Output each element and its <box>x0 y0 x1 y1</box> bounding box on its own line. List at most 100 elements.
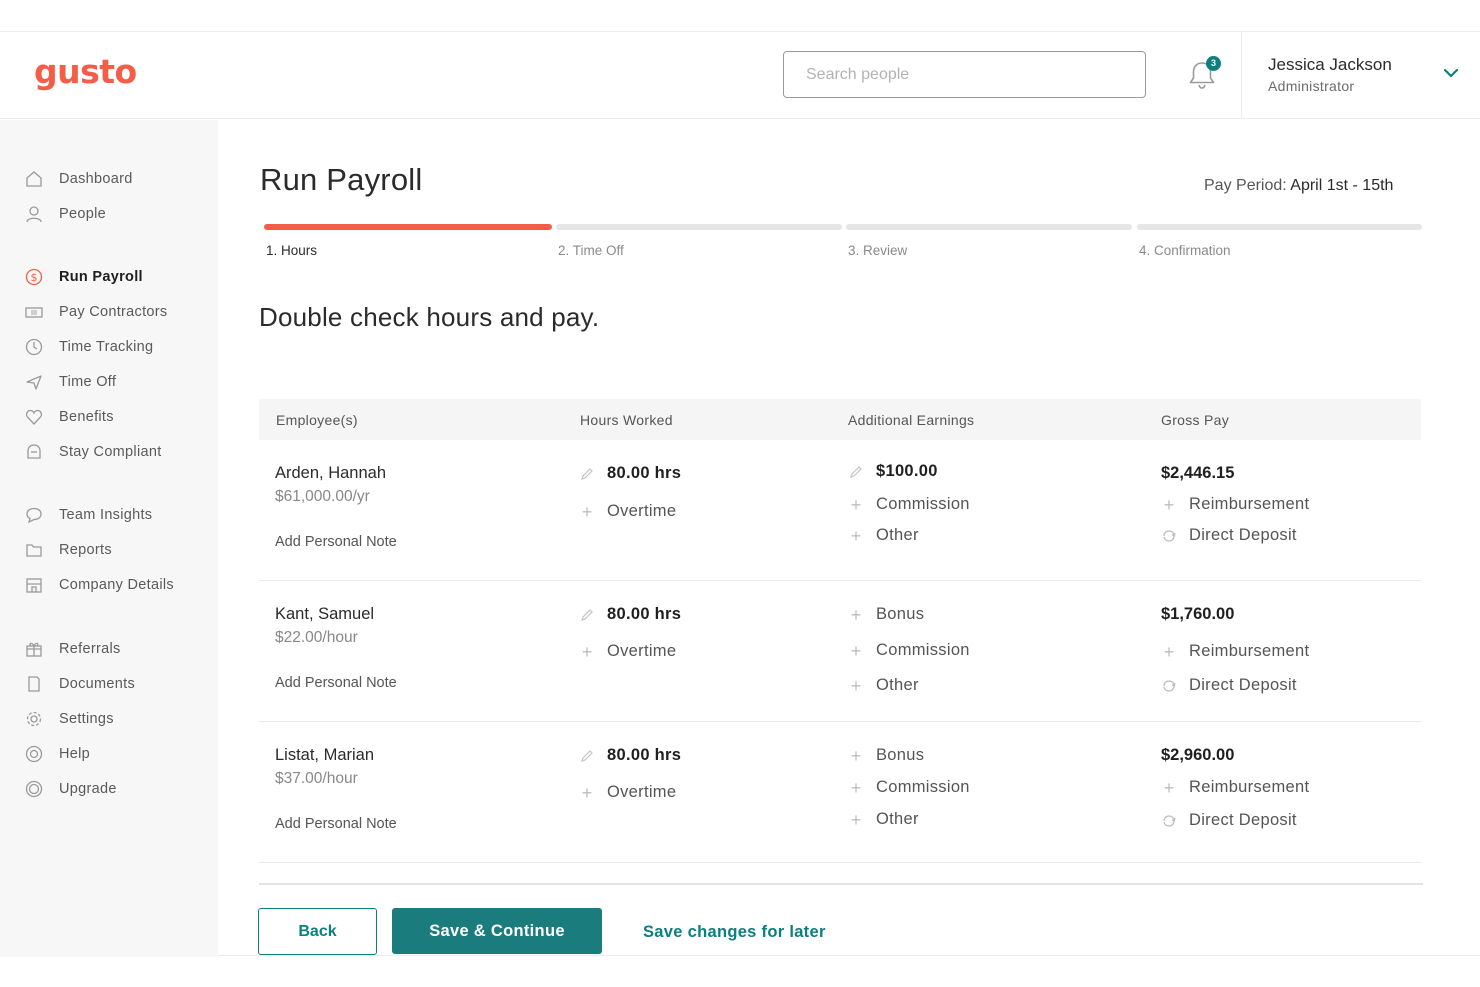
pencil-icon <box>579 748 595 764</box>
hours-value: 80.00 hrs <box>607 605 682 623</box>
save-continue-button[interactable]: Save & Continue <box>392 908 602 954</box>
add-reimbursement[interactable]: + Reimbursement <box>1161 642 1309 661</box>
add-overtime[interactable]: + Overtime <box>579 783 676 802</box>
sidebar-item-time-tracking[interactable]: Time Tracking <box>24 335 153 359</box>
hours-value: 80.00 hrs <box>607 464 682 482</box>
plus-icon: + <box>850 675 862 696</box>
add-overtime[interactable]: + Overtime <box>579 502 676 521</box>
pencil-icon <box>579 466 595 482</box>
add-reimbursement[interactable]: + Reimbursement <box>1161 495 1309 514</box>
chevron-down-icon[interactable] <box>1442 66 1460 80</box>
sidebar-item-label: Time Tracking <box>59 339 154 355</box>
sidebar-item-pay-contractors[interactable]: Pay Contractors <box>24 300 167 324</box>
plus-icon: + <box>850 604 862 625</box>
step-label: 1. Hours <box>266 243 318 258</box>
sidebar-item-dashboard[interactable]: Dashboard <box>24 167 133 191</box>
direct-deposit-toggle[interactable]: Direct Deposit <box>1161 811 1297 830</box>
sidebar-item-time-off[interactable]: Time Off <box>24 370 116 394</box>
upgrade-icon <box>24 779 44 799</box>
step-bar <box>264 224 552 230</box>
main-content: Run Payroll Pay Period: April 1st - 15th… <box>218 120 1480 957</box>
add-commission[interactable]: + Commission <box>848 641 970 660</box>
add-note-link[interactable]: Add Personal Note <box>275 534 397 550</box>
home-icon <box>24 169 44 189</box>
back-button[interactable]: Back <box>258 908 377 955</box>
sidebar-item-referrals[interactable]: Referrals <box>24 637 121 661</box>
plus-icon: + <box>581 641 593 662</box>
add-commission[interactable]: + Commission <box>848 495 970 514</box>
user-menu[interactable]: Jessica Jackson Administrator <box>1242 32 1480 119</box>
section-subtitle: Double check hours and pay. <box>259 302 600 332</box>
direct-deposit-toggle[interactable]: Direct Deposit <box>1161 526 1297 545</box>
column-header-gross: Gross Pay <box>1161 412 1230 428</box>
hours-field[interactable]: 80.00 hrs <box>579 605 681 624</box>
add-other[interactable]: + Other <box>848 526 919 545</box>
clock-icon <box>24 337 44 357</box>
reimbursement-label: Reimbursement <box>1189 495 1310 513</box>
earning-label: Commission <box>876 778 970 796</box>
sidebar-item-help[interactable]: Help <box>24 742 90 766</box>
earning-label: Other <box>876 526 919 544</box>
save-later-link[interactable]: Save changes for later <box>643 923 826 942</box>
dollar-circle-icon: $ <box>24 267 44 287</box>
add-overtime[interactable]: + Overtime <box>579 642 676 661</box>
sidebar-item-label: Help <box>59 746 91 762</box>
sidebar-item-label: Referrals <box>59 641 121 657</box>
chat-bubble-icon <box>24 505 44 525</box>
step-confirmation[interactable]: 4. Confirmation <box>1137 224 1422 264</box>
sidebar-item-people[interactable]: People <box>24 202 106 226</box>
add-bonus[interactable]: + Bonus <box>848 746 924 765</box>
add-bonus[interactable]: + Bonus <box>848 605 924 624</box>
table-row: Listat, Marian $37.00/hour Add Personal … <box>259 722 1421 863</box>
building-icon <box>24 575 44 595</box>
document-icon <box>24 674 44 694</box>
step-time-off[interactable]: 2. Time Off <box>556 224 844 264</box>
sidebar-item-run-payroll[interactable]: $ Run Payroll <box>24 265 143 289</box>
add-other[interactable]: + Other <box>848 676 919 695</box>
earning-label: Bonus <box>876 605 925 623</box>
gusto-logo[interactable]: gusto <box>34 52 137 91</box>
reimbursement-label: Reimbursement <box>1189 642 1310 660</box>
employee-rate: $37.00/hour <box>275 770 358 787</box>
sidebar-item-upgrade[interactable]: Upgrade <box>24 777 117 801</box>
plane-icon <box>24 372 44 392</box>
sidebar-item-label: Company Details <box>59 577 174 593</box>
hours-field[interactable]: 80.00 hrs <box>579 464 681 483</box>
plus-icon: + <box>1163 777 1175 798</box>
add-commission[interactable]: + Commission <box>848 778 970 797</box>
gross-pay: $2,446.15 <box>1161 464 1235 482</box>
sidebar-item-benefits[interactable]: Benefits <box>24 405 114 429</box>
add-note-link[interactable]: Add Personal Note <box>275 675 397 691</box>
sidebar-item-team-insights[interactable]: Team Insights <box>24 503 152 527</box>
direct-deposit-label: Direct Deposit <box>1189 676 1297 694</box>
overtime-label: Overtime <box>607 783 677 801</box>
earning-field[interactable]: $100.00 <box>848 462 938 481</box>
plus-icon: + <box>850 745 862 766</box>
sidebar-item-reports[interactable]: Reports <box>24 538 112 562</box>
earning-label: $100.00 <box>876 462 938 480</box>
hours-field[interactable]: 80.00 hrs <box>579 746 681 765</box>
sidebar-item-settings[interactable]: Settings <box>24 707 114 731</box>
sidebar-item-documents[interactable]: Documents <box>24 672 135 696</box>
notification-badge: 3 <box>1206 56 1221 71</box>
svg-text:$: $ <box>31 271 38 284</box>
add-reimbursement[interactable]: + Reimbursement <box>1161 778 1309 797</box>
plus-icon: + <box>581 782 593 803</box>
add-note-link[interactable]: Add Personal Note <box>275 816 397 832</box>
folder-icon <box>24 540 44 560</box>
direct-deposit-toggle[interactable]: Direct Deposit <box>1161 676 1297 695</box>
heart-icon <box>24 407 44 427</box>
sidebar-item-label: Time Off <box>59 374 117 390</box>
sidebar-item-company-details[interactable]: Company Details <box>24 573 174 597</box>
gross-pay: $1,760.00 <box>1161 605 1235 623</box>
sidebar-item-label: Reports <box>59 542 112 558</box>
direct-deposit-label: Direct Deposit <box>1189 811 1297 829</box>
search-input[interactable] <box>783 51 1146 98</box>
gear-icon <box>24 709 44 729</box>
step-hours[interactable]: 1. Hours <box>264 224 554 264</box>
add-other[interactable]: + Other <box>848 810 919 829</box>
plus-icon: + <box>850 809 862 830</box>
sidebar-item-label: Pay Contractors <box>59 304 168 320</box>
sidebar-item-stay-compliant[interactable]: Stay Compliant <box>24 440 162 464</box>
step-review[interactable]: 3. Review <box>846 224 1134 264</box>
